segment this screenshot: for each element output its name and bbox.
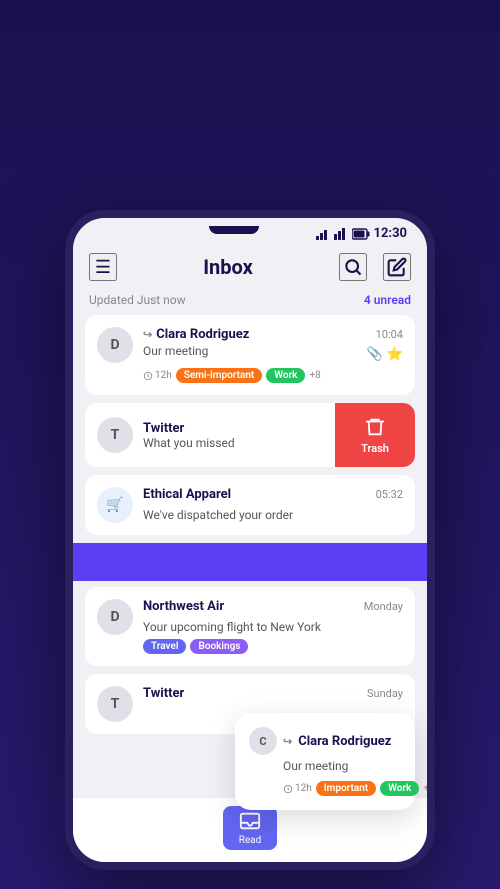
wifi-icon	[334, 228, 348, 240]
signal-icon	[316, 228, 330, 240]
trash-label: Trash	[361, 442, 389, 455]
avatar-twitter: T	[97, 417, 133, 453]
compose-icon	[387, 257, 407, 277]
email-time-twitter-2: Sunday	[367, 687, 403, 700]
email-sender-ethical: Ethical Apparel	[143, 487, 231, 502]
unread-count: 4 unread	[364, 293, 411, 307]
status-time: 12:30	[374, 226, 408, 241]
email-time-clara: 10:04	[376, 328, 403, 341]
email-subject-northwest: Your upcoming flight to New York	[143, 620, 321, 634]
avatar-ethical: 🛒	[97, 487, 133, 523]
status-bar: 12:30	[73, 218, 427, 245]
email-time-ethical: 05:32	[376, 488, 403, 501]
battery-icon	[352, 228, 370, 240]
tag-work: Work	[266, 368, 305, 383]
avatar-twitter-2: T	[97, 686, 133, 722]
app-bar: ☰ Inbox	[73, 245, 427, 289]
email-content-northwest: Northwest Air Monday Your upcoming fligh…	[143, 599, 403, 654]
email-item-twitter[interactable]: T Twitter What you missed	[85, 403, 335, 467]
paperclip-icon: 📎	[367, 347, 383, 362]
timer-tag: 12h	[143, 370, 172, 381]
email-sender-twitter: Twitter	[143, 421, 235, 436]
avatar-northwest: D	[97, 599, 133, 635]
email-time-northwest: Monday	[364, 600, 403, 613]
inbox-icon	[239, 810, 261, 832]
purple-strip	[73, 543, 427, 581]
tag-travel: Travel	[143, 639, 186, 654]
popup-timer-icon	[283, 784, 293, 794]
avatar-clara: D	[97, 327, 133, 363]
email-sender-clara: ↪ Clara Rodriguez	[143, 327, 249, 342]
status-icons: 12:30	[316, 226, 408, 241]
popup-card: C ↪ Clara Rodriguez Our meeting 12h Impo…	[235, 713, 415, 810]
email-subject-ethical: We've dispatched your order	[143, 508, 293, 522]
bottom-item-read[interactable]: Read	[223, 806, 278, 850]
popup-forward-icon: ↪	[283, 735, 292, 748]
email-item-clara[interactable]: D ↪ Clara Rodriguez 10:04 Our meeting 📎 …	[85, 315, 415, 395]
search-icon	[343, 257, 363, 277]
popup-tag-important: Important	[316, 781, 376, 796]
update-text: Updated Just now	[89, 293, 186, 307]
star-icon: ⭐	[387, 347, 403, 362]
tag-more: +8	[309, 370, 320, 381]
phone-mockup: 12:30 ☰ Inbox Updated Just now	[65, 210, 435, 870]
timer-icon	[143, 371, 153, 381]
popup-timer: 12h	[283, 783, 312, 794]
email-item-northwest[interactable]: D Northwest Air Monday Your upcoming fli…	[85, 587, 415, 666]
email-sender-twitter-2: Twitter	[143, 686, 184, 701]
forward-icon: ↪	[143, 328, 152, 341]
trash-icon	[364, 416, 386, 438]
email-swipe-twitter[interactable]: T Twitter What you missed Trash	[73, 403, 427, 467]
status-notch	[209, 226, 259, 234]
email-sender-northwest: Northwest Air	[143, 599, 224, 614]
popup-tag-more: +8	[423, 783, 434, 794]
email-content-twitter: Twitter What you missed	[143, 421, 235, 450]
update-bar: Updated Just now 4 unread	[73, 289, 427, 315]
popup-tags: 12h Important Work +8	[283, 781, 401, 796]
email-content-twitter-2: Twitter Sunday	[143, 686, 403, 703]
compose-button[interactable]	[383, 253, 411, 281]
bottom-read-label: Read	[239, 835, 262, 846]
popup-sender: C ↪ Clara Rodriguez	[249, 727, 401, 755]
email-item-ethical[interactable]: 🛒 Ethical Apparel 05:32 We've dispatched…	[85, 475, 415, 535]
tag-semi-important: Semi-important	[176, 368, 263, 383]
menu-icon: ☰	[95, 257, 111, 278]
email-content-clara: ↪ Clara Rodriguez 10:04 Our meeting 📎 ⭐	[143, 327, 403, 383]
search-button[interactable]	[339, 253, 367, 281]
email-tags-clara: 12h Semi-important Work +8	[143, 368, 403, 383]
popup-avatar: C	[249, 727, 277, 755]
trash-action[interactable]: Trash	[335, 403, 415, 467]
menu-button[interactable]: ☰	[89, 253, 117, 281]
app-title: Inbox	[203, 255, 253, 279]
email-subject-clara: Our meeting	[143, 344, 208, 358]
email-meta-icons: 📎 ⭐	[367, 347, 403, 362]
app-bar-actions	[339, 253, 411, 281]
email-tags-northwest: Travel Bookings	[143, 639, 403, 654]
tag-bookings: Bookings	[190, 639, 248, 654]
email-subject-twitter: What you missed	[143, 436, 235, 450]
popup-tag-work: Work	[380, 781, 419, 796]
popup-subject: Our meeting	[283, 759, 401, 773]
email-content-ethical: Ethical Apparel 05:32 We've dispatched y…	[143, 487, 403, 523]
